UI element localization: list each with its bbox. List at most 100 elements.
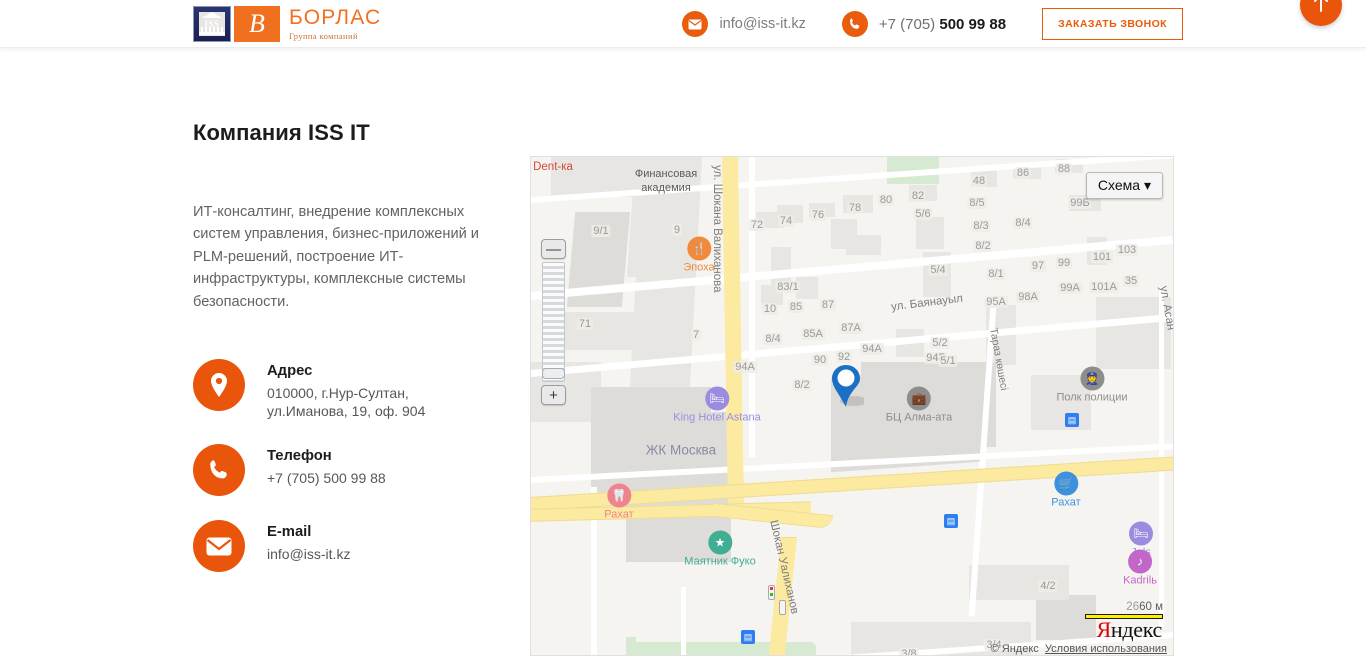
map-house-number: 80 bbox=[877, 194, 895, 206]
contact-line1: +7 (705) 500 99 88 bbox=[267, 470, 386, 487]
page-title: Компания ISS IT bbox=[193, 119, 370, 145]
map-house-number: 10 bbox=[761, 303, 779, 315]
map-poi-label: Kadrilь bbox=[1123, 574, 1157, 587]
zoom-in-button[interactable]: + bbox=[541, 385, 566, 405]
map-house-number: 101 bbox=[1090, 251, 1114, 263]
contact-title: Адрес bbox=[267, 363, 313, 380]
map-poi[interactable]: ♪ Kadrilь bbox=[1123, 549, 1157, 587]
header-phone[interactable]: +7 (705) 500 99 88 bbox=[841, 11, 1006, 37]
borlas-logo-icon[interactable]: B bbox=[234, 6, 280, 42]
map-house-number: 8/5 bbox=[967, 197, 987, 209]
map-house-number: 95А bbox=[984, 296, 1008, 308]
map-house-number: 94А bbox=[860, 343, 884, 355]
map-house-number: 87 bbox=[819, 299, 837, 311]
map-house-number: 8/3 bbox=[971, 220, 991, 232]
header-contacts: info@iss-it.kz +7 (705) 500 99 88 ЗАКАЗА… bbox=[682, 0, 1183, 48]
contact-line1: info@iss-it.kz bbox=[267, 546, 351, 563]
map-house-number: 99А bbox=[1058, 282, 1082, 294]
header-email[interactable]: info@iss-it.kz bbox=[682, 11, 806, 37]
envelope-icon bbox=[193, 520, 245, 573]
music-icon: ♪ bbox=[1127, 549, 1152, 574]
restaurant-icon: 🍴 bbox=[686, 236, 711, 261]
intro-paragraph: ИТ-консалтинг, внедрение комплексных сис… bbox=[193, 203, 479, 310]
map-canvas[interactable]: Dent-ка Финансовая академия ЖК Москва ул… bbox=[531, 157, 1173, 655]
iss-logo-icon[interactable]: ISS bbox=[193, 6, 231, 42]
map-house-number: 9/1 bbox=[591, 225, 611, 237]
traffic-light-green bbox=[770, 593, 773, 596]
yandex-logo-ya: Я bbox=[1096, 617, 1111, 642]
contact-list: Адрес 010000, г.Нур-Султан, ул.Иманова, … bbox=[193, 359, 493, 573]
map-house-number: 4/2 bbox=[1038, 580, 1058, 592]
map-house-number: 103 bbox=[1115, 244, 1139, 256]
hotel-icon: 🛏 bbox=[1129, 521, 1153, 546]
map-house-number: 76 bbox=[809, 209, 827, 221]
contact-item-phone: Телефон +7 (705) 500 99 88 bbox=[193, 444, 493, 497]
map-house-number: 85 bbox=[787, 301, 805, 313]
map-poi-label: БЦ Алма-ата bbox=[885, 411, 953, 424]
map-poi-label: Маятник Фуко bbox=[684, 555, 756, 568]
yandex-map[interactable]: Dent-ка Финансовая академия ЖК Москва ул… bbox=[530, 156, 1174, 656]
map-copyright: © Яндекс Условия использования bbox=[991, 643, 1167, 655]
header-email-text: info@iss-it.kz bbox=[719, 16, 806, 32]
transit-icon: ▤ bbox=[944, 514, 958, 528]
contact-item-email: E-mail info@iss-it.kz bbox=[193, 520, 493, 573]
zoom-out-button[interactable]: — bbox=[541, 239, 566, 259]
map-house-number: 74 bbox=[777, 215, 795, 227]
left-column: ИТ-консалтинг, внедрение комплексных сис… bbox=[193, 186, 493, 573]
location-marker[interactable] bbox=[830, 363, 868, 415]
map-poi[interactable]: 🦷 Рахат bbox=[604, 483, 634, 521]
phone-prefix: +7 (705) bbox=[878, 15, 940, 33]
dental-icon: 🦷 bbox=[606, 483, 631, 508]
map-house-number: 8/4 bbox=[763, 333, 783, 345]
zoom-slider-thumb[interactable] bbox=[542, 368, 565, 379]
map-poi[interactable]: 💼 БЦ Алма-ата bbox=[885, 386, 953, 424]
map-house-number: 7 bbox=[690, 329, 702, 341]
map-house-number: 83/1 bbox=[775, 281, 801, 293]
contact-title: Телефон bbox=[267, 448, 332, 465]
map-house-number: 8/1 bbox=[986, 268, 1006, 280]
police-icon: 👮 bbox=[1080, 366, 1104, 391]
borlas-logo-glyph: B bbox=[249, 9, 265, 38]
map-poi-label: Рахат bbox=[1051, 496, 1081, 509]
callback-button[interactable]: ЗАКАЗАТЬ ЗВОНОК bbox=[1042, 8, 1183, 40]
hotel-icon: 🛏 bbox=[704, 386, 729, 411]
zoom-slider-track[interactable] bbox=[542, 262, 565, 382]
map-house-number: 8/2 bbox=[792, 379, 812, 391]
envelope-icon bbox=[682, 11, 709, 37]
contact-item-address: Адрес 010000, г.Нур-Султан, ул.Иманова, … bbox=[193, 359, 493, 420]
map-house-number: 98А bbox=[1016, 291, 1040, 303]
map-house-number: 71 bbox=[576, 318, 594, 330]
attraction-icon: ★ bbox=[708, 530, 732, 555]
map-house-number: 72 bbox=[748, 219, 766, 231]
site-header: ISS B БОРЛАС Группа компаний info@iss-it… bbox=[0, 0, 1366, 48]
map-type-dropdown[interactable]: Схема ▾ bbox=[1085, 172, 1163, 199]
office-icon: 💼 bbox=[906, 386, 931, 411]
map-terms-link[interactable]: Условия использования bbox=[1045, 643, 1167, 655]
map-zoom-control[interactable]: — + bbox=[540, 239, 567, 405]
contact-line2: ул.Иманова, 19, оф. 904 bbox=[267, 403, 426, 420]
map-house-number: 82 bbox=[909, 190, 927, 202]
map-house-number: 9 bbox=[671, 224, 683, 236]
map-house-number: 101А bbox=[1089, 281, 1119, 293]
map-pin-icon bbox=[193, 359, 245, 412]
borlas-tagline: Группа компаний bbox=[289, 31, 358, 41]
map-house-number: 86 bbox=[1014, 167, 1032, 179]
map-poi[interactable]: 🍴 Эпоха bbox=[683, 236, 715, 274]
map-poi[interactable]: 🛒 Рахат bbox=[1051, 471, 1081, 509]
phone-icon bbox=[841, 11, 868, 37]
map-poi-label: Эпоха bbox=[683, 261, 715, 274]
traffic-light-red bbox=[770, 587, 773, 590]
borlas-name: БОРЛАС bbox=[289, 6, 382, 29]
yandex-logo[interactable]: Яндекс bbox=[1096, 619, 1162, 641]
map-poi-label: King Hotel Astana bbox=[673, 411, 761, 424]
map-poi[interactable]: 👮 Полк полиции bbox=[1056, 366, 1128, 404]
map-poi[interactable]: 🛏 King Hotel Astana bbox=[673, 386, 761, 424]
map-house-number: 8/2 bbox=[973, 240, 993, 252]
transit-icon: ▤ bbox=[1065, 413, 1079, 427]
map-poi[interactable]: ★ Маятник Фуко bbox=[684, 530, 756, 568]
map-house-number: 78 bbox=[846, 202, 864, 214]
logo-block[interactable]: ISS B БОРЛАС Группа компаний bbox=[193, 6, 381, 42]
map-poi-label: Рахат bbox=[604, 508, 634, 521]
map-scale-label: 2660 м bbox=[1085, 601, 1163, 613]
header-phone-text: +7 (705) 500 99 88 bbox=[879, 16, 1006, 33]
